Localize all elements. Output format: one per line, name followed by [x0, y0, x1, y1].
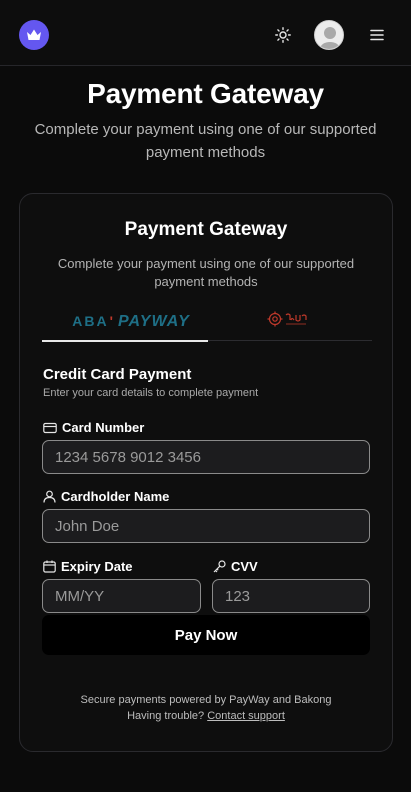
footer-secure-text: Secure payments powered by PayWay and Ba… — [80, 694, 332, 706]
user-icon — [43, 490, 56, 503]
cvv-label-text: CVV — [231, 559, 258, 574]
cardholder-name-label-text: Cardholder Name — [61, 489, 170, 504]
user-avatar[interactable] — [314, 20, 344, 50]
payway-text: PAYWAY — [117, 312, 190, 330]
credit-card-icon — [43, 422, 57, 433]
card-number-label: Card Number — [43, 420, 144, 435]
payment-method-tabs: ABA ' PAYWAY — [42, 302, 372, 342]
footer-help-line: Having trouble? Contact support — [20, 708, 392, 724]
aba-payway-logo: ABA ' PAYWAY — [72, 313, 189, 331]
aba-text: ABA — [72, 312, 109, 329]
contact-support-link[interactable]: Contact support — [207, 710, 285, 722]
card-title: Payment Gateway — [124, 219, 288, 240]
card-subtitle: Complete your payment using one of our s… — [57, 256, 355, 289]
cardholder-name-input[interactable] — [42, 509, 370, 543]
cvv-label: CVV — [213, 559, 258, 574]
hamburger-menu-icon[interactable] — [367, 25, 387, 45]
cardholder-name-label: Cardholder Name — [43, 489, 169, 504]
cvv-input[interactable] — [212, 579, 370, 613]
bakong-logo — [267, 309, 311, 334]
section-title: Credit Card Payment — [43, 366, 192, 383]
aba-tick: ' — [109, 312, 113, 329]
tab-aba-payway[interactable]: ABA ' PAYWAY — [42, 302, 208, 342]
footer-help-text: Having trouble? — [127, 710, 208, 722]
expiry-date-label-text: Expiry Date — [61, 559, 133, 574]
calendar-icon — [43, 560, 56, 573]
key-icon — [213, 560, 226, 573]
section-description: Enter your card details to complete paym… — [43, 387, 259, 399]
tab-bakong[interactable] — [254, 302, 324, 341]
card-footer: Secure payments powered by PayWay and Ba… — [20, 692, 392, 724]
expiry-date-input[interactable] — [42, 579, 201, 613]
top-navigation-bar — [0, 0, 411, 66]
page-subtitle: Complete your payment using one of our s… — [34, 121, 377, 161]
card-number-label-text: Card Number — [62, 420, 145, 435]
expiry-date-label: Expiry Date — [43, 559, 133, 574]
payment-card: Payment Gateway Complete your payment us… — [19, 193, 393, 752]
sun-icon[interactable] — [273, 25, 293, 45]
card-number-input[interactable] — [42, 440, 370, 474]
crown-icon[interactable] — [19, 20, 49, 50]
pay-now-button[interactable]: Pay Now — [42, 615, 370, 655]
page-title: Payment Gateway — [87, 78, 324, 109]
